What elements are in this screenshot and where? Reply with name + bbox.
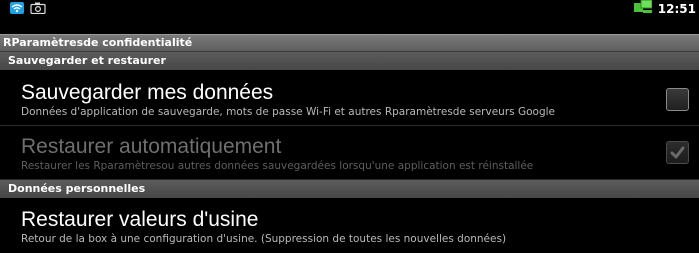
section-header-backup: Sauvegarder et restaurer [0, 52, 699, 70]
auto-restore-row: Restaurer automatiquement Restaurer les … [0, 126, 699, 180]
status-clock: 12:51 [657, 1, 696, 16]
page-title: RParamètresde confidentialité [0, 34, 699, 52]
factory-reset-subtitle: Retour de la box à une configuration d'u… [21, 233, 507, 245]
factory-reset-title: Restaurer valeurs d'usine [21, 208, 259, 231]
backup-data-checkbox[interactable] [666, 88, 689, 111]
factory-reset-row[interactable]: Restaurer valeurs d'usine Retour de la b… [0, 198, 699, 253]
auto-restore-subtitle: Restaurer les Rparamètresou autres donné… [21, 160, 534, 172]
sync-icon [633, 0, 653, 18]
backup-data-subtitle: Données d'application de sauvegarde, mot… [21, 106, 555, 118]
section-header-personal: Données personnelles [0, 180, 699, 198]
status-bar: 12:51 [0, 0, 699, 17]
auto-restore-title: Restaurer automatiquement [21, 135, 282, 158]
backup-data-title: Sauvegarder mes données [21, 81, 274, 104]
wifi-icon [10, 0, 24, 18]
backup-data-row[interactable]: Sauvegarder mes données Données d'applic… [0, 70, 699, 126]
auto-restore-checkbox [666, 141, 689, 164]
checkmark-icon [670, 146, 685, 159]
camera-icon [30, 0, 46, 18]
